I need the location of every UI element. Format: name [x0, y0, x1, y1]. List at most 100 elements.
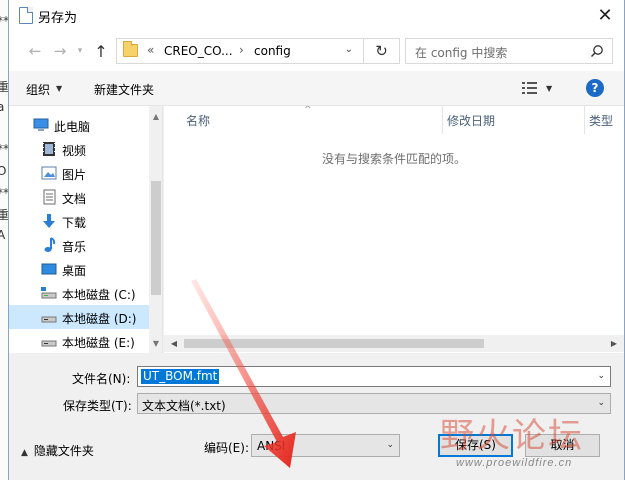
- sidebar-item-this-pc[interactable]: 此电脑: [9, 113, 149, 137]
- search-box[interactable]: 在 config 中搜索: [405, 38, 613, 64]
- recent-locations-chevron-icon[interactable]: ▾: [73, 40, 87, 62]
- close-button[interactable]: ✕: [586, 0, 624, 31]
- chevron-down-icon[interactable]: ⌄: [597, 371, 605, 381]
- forward-arrow-icon[interactable]: →: [50, 40, 70, 62]
- scroll-up-arrow-icon[interactable]: ▲: [149, 109, 162, 123]
- column-label: 名称: [186, 114, 211, 128]
- sidebar-item-label: 本地磁盘 (E:): [62, 336, 135, 350]
- address-dropdown-chevron-icon[interactable]: ⌄: [345, 44, 353, 55]
- scroll-right-arrow-icon[interactable]: ▶: [606, 335, 622, 352]
- sidebar-item-label: 本地磁盘 (D:): [62, 312, 137, 326]
- computer-icon: [33, 118, 49, 131]
- documents-icon: [43, 189, 56, 205]
- bg-fragment: O: [0, 164, 7, 178]
- encoding-label: 编码(E):: [204, 441, 249, 455]
- horizontal-scrollbar[interactable]: ◀ ▶: [164, 335, 624, 352]
- file-list[interactable]: 名称 ^ 修改日期 类型 没有与搜索条件匹配的项。 ◀ ▶: [164, 106, 624, 353]
- drive-icon: [41, 340, 57, 347]
- bg-fragment: A: [0, 228, 6, 242]
- bg-fragment: **: [0, 186, 8, 200]
- sidebar-item-label: 此电脑: [54, 120, 91, 134]
- window-title: 另存为: [38, 11, 78, 26]
- sidebar-item-label: 桌面: [62, 264, 87, 278]
- sidebar-item-music[interactable]: 音乐: [9, 233, 149, 257]
- command-toolbar: 组织 ▼ 新建文件夹 ▼ ?: [9, 71, 624, 106]
- download-icon: [43, 214, 55, 228]
- filetype-label: 保存类型(T):: [63, 399, 132, 413]
- bg-fragment: **: [0, 14, 8, 28]
- title-bar: 另存为 ✕: [9, 0, 624, 31]
- organize-caret-icon: ▼: [56, 84, 63, 93]
- scroll-down-arrow-icon[interactable]: ▼: [149, 336, 162, 350]
- sidebar-item-label: 视频: [62, 144, 87, 158]
- breadcrumb-separator[interactable]: ›: [239, 43, 244, 57]
- sidebar-item-videos[interactable]: 视频: [9, 137, 149, 161]
- chevron-down-icon[interactable]: ⌄: [597, 398, 605, 408]
- desktop-icon: [41, 263, 57, 275]
- music-icon: [44, 237, 56, 252]
- search-icon: [590, 45, 603, 58]
- up-arrow-icon[interactable]: ↑: [91, 40, 111, 62]
- column-label: 修改日期: [447, 114, 496, 128]
- sidebar-item-desktop[interactable]: 桌面: [9, 257, 149, 281]
- view-options-icon[interactable]: [522, 81, 540, 95]
- sidebar-item-label: 文档: [62, 192, 87, 206]
- filename-value[interactable]: UT_BOM.fmt: [141, 369, 220, 384]
- bg-fragment: **: [0, 142, 8, 156]
- sidebar-item-drive-c[interactable]: 本地磁盘 (C:): [9, 281, 149, 305]
- address-bar[interactable]: « CREO_CO... › config ⌄ ↻: [116, 38, 400, 64]
- sidebar-item-drive-e[interactable]: 本地磁盘 (E:): [9, 329, 149, 353]
- navigation-pane: 此电脑 视频 图片 文档 下载 音乐 桌面 本地磁盘 (C:) 本地磁盘 (D:…: [9, 106, 163, 353]
- sidebar-item-label: 下载: [62, 216, 87, 230]
- video-icon: [43, 142, 55, 156]
- sidebar-item-downloads[interactable]: 下载: [9, 209, 149, 233]
- column-header-name[interactable]: 名称 ^: [164, 106, 442, 134]
- new-folder-button[interactable]: 新建文件夹: [94, 81, 154, 98]
- folder-icon: [123, 41, 138, 57]
- sidebar-item-pictures[interactable]: 图片: [9, 161, 149, 185]
- sidebar-item-drive-d[interactable]: 本地磁盘 (D:): [9, 305, 149, 329]
- breadcrumb-segment[interactable]: CREO_CO...: [164, 44, 233, 58]
- hide-folders-toggle[interactable]: ▲ 隐藏文件夹: [21, 442, 94, 459]
- document-icon: [19, 7, 33, 24]
- sort-ascending-icon: ^: [304, 106, 312, 115]
- watermark-logo-text: 野火论坛: [440, 416, 584, 456]
- empty-message: 没有与搜索条件匹配的项。: [321, 152, 466, 166]
- sidebar-scrollbar[interactable]: ▲ ▼: [149, 106, 162, 353]
- column-header-modified[interactable]: 修改日期: [443, 106, 584, 134]
- breadcrumb-overflow[interactable]: «: [147, 43, 154, 57]
- bg-fragment: a: [0, 100, 5, 114]
- refresh-icon[interactable]: ↻: [363, 38, 399, 64]
- hide-folders-label: 隐藏文件夹: [33, 444, 94, 458]
- column-header-type[interactable]: 类型: [585, 106, 624, 134]
- bg-fragment: 重: [0, 208, 8, 222]
- filename-label: 文件名(N):: [72, 372, 131, 386]
- scroll-left-arrow-icon[interactable]: ◀: [166, 335, 182, 352]
- pictures-icon: [41, 166, 57, 180]
- background-window-edge: ** 重 a ** O ** 重 A: [0, 0, 8, 480]
- organize-button[interactable]: 组织: [26, 81, 50, 98]
- drive-icon: [41, 287, 57, 299]
- watermark-url: www.proewildfire.cn: [456, 457, 573, 469]
- help-icon[interactable]: ?: [586, 79, 604, 97]
- chevron-down-icon[interactable]: ⌄: [386, 440, 394, 450]
- sidebar-item-label: 本地磁盘 (C:): [62, 288, 136, 302]
- back-arrow-icon[interactable]: ←: [25, 40, 45, 62]
- encoding-value: ANSI: [257, 439, 286, 453]
- view-caret-icon[interactable]: ▼: [546, 84, 552, 93]
- breadcrumb-segment-current[interactable]: config: [254, 44, 291, 58]
- navigation-bar: ← → ▾ ↑ « CREO_CO... › config ⌄ ↻ 在 conf…: [9, 31, 624, 71]
- sidebar-item-label: 音乐: [62, 240, 87, 254]
- column-label: 类型: [589, 114, 614, 128]
- filename-input[interactable]: UT_BOM.fmt ⌄: [137, 366, 611, 387]
- chevron-up-icon: ▲: [21, 448, 28, 458]
- drive-icon: [41, 316, 57, 323]
- bg-fragment: 重: [0, 80, 8, 94]
- encoding-select[interactable]: ANSI ⌄: [251, 434, 400, 457]
- scrollbar-thumb[interactable]: [151, 181, 161, 295]
- search-input-placeholder[interactable]: 在 config 中搜索: [415, 44, 507, 61]
- scrollbar-thumb[interactable]: [184, 339, 484, 348]
- sidebar-item-documents[interactable]: 文档: [9, 185, 149, 209]
- sidebar-item-label: 图片: [62, 168, 87, 182]
- filetype-value: 文本文档(*.txt): [142, 399, 226, 413]
